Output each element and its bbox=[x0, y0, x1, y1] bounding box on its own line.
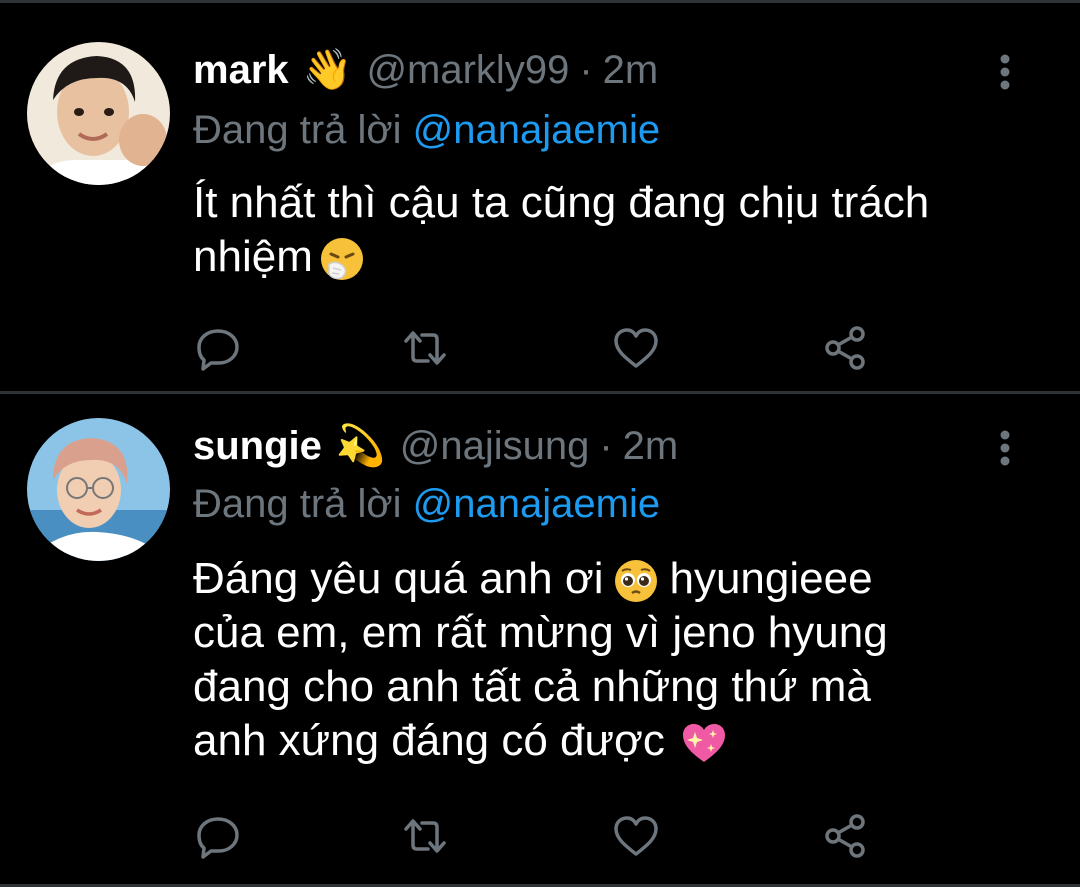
tweet-text-line: đang cho anh tất cả những thứ mà bbox=[193, 662, 871, 711]
tweet-text-line: Đáng yêu quá anh ơi hyungieee bbox=[193, 552, 1033, 606]
avatar-sungie[interactable] bbox=[27, 418, 170, 561]
pleading-face-emoji bbox=[613, 558, 659, 604]
tweet-divider bbox=[0, 391, 1080, 394]
tweet-actions bbox=[193, 811, 893, 861]
tweet-mark[interactable]: mark 👋 @markly99 · 2m Đang trả lời @nana… bbox=[0, 40, 1080, 390]
more-icon[interactable] bbox=[995, 428, 1015, 468]
tweet-actions bbox=[193, 323, 893, 373]
like-icon[interactable] bbox=[611, 811, 661, 861]
user-handle[interactable]: @markly99 bbox=[366, 48, 569, 93]
tweet-text-line: của em, em rất mừng vì jeno hyung bbox=[193, 608, 888, 657]
avatar-mark[interactable] bbox=[27, 42, 170, 185]
replying-to: Đang trả lời @nanajaemie bbox=[193, 482, 660, 527]
tweet-text: Đáng yêu quá anh ơi hyungieee của em, em… bbox=[193, 552, 1033, 768]
separator-dot: · bbox=[579, 47, 593, 92]
tweet-text-segment: Đáng yêu quá anh ơi bbox=[193, 554, 604, 603]
tweet-sungie[interactable]: sungie 💫 @najisung · 2m Đang trả lời @na… bbox=[0, 416, 1080, 876]
reply-mention-link[interactable]: @nanajaemie bbox=[413, 482, 660, 526]
timestamp[interactable]: 2m bbox=[603, 48, 659, 93]
tweet-text-line: anh xứng đáng có được bbox=[193, 714, 1033, 768]
timestamp[interactable]: 2m bbox=[623, 424, 679, 469]
sneezing-face-emoji bbox=[319, 236, 365, 282]
tweet-text: Ít nhất thì cậu ta cũng đang chịu trách … bbox=[193, 176, 1033, 284]
separator-dot: · bbox=[599, 423, 613, 468]
replying-prefix: Đang trả lời bbox=[193, 108, 402, 152]
user-handle[interactable]: @najisung bbox=[400, 424, 590, 469]
like-icon[interactable] bbox=[611, 323, 661, 373]
reply-icon[interactable] bbox=[193, 811, 243, 861]
replying-to: Đang trả lời @nanajaemie bbox=[193, 108, 660, 153]
top-divider bbox=[0, 0, 1080, 3]
tweet-text-line: Ít nhất thì cậu ta cũng đang chịu trách bbox=[193, 178, 930, 227]
dizzy-emoji: 💫 bbox=[335, 423, 386, 469]
sparkling-heart-emoji bbox=[679, 720, 725, 766]
reply-icon[interactable] bbox=[193, 323, 243, 373]
replying-prefix: Đang trả lời bbox=[193, 482, 402, 526]
tweet-text-segment: anh xứng đáng có được bbox=[193, 716, 665, 765]
share-icon[interactable] bbox=[821, 323, 871, 373]
tweet-text-word: nhiệm bbox=[193, 232, 313, 281]
waving-hand-emoji: 👋 bbox=[302, 47, 353, 93]
retweet-icon[interactable] bbox=[400, 323, 450, 373]
more-icon[interactable] bbox=[995, 52, 1015, 92]
tweet-text-segment: hyungieee bbox=[669, 554, 873, 603]
tweet-header: mark 👋 @markly99 · 2m bbox=[193, 40, 658, 100]
display-name[interactable]: mark bbox=[193, 48, 289, 93]
display-name[interactable]: sungie bbox=[193, 424, 322, 469]
retweet-icon[interactable] bbox=[400, 811, 450, 861]
reply-mention-link[interactable]: @nanajaemie bbox=[413, 108, 660, 152]
tweet-text-line: nhiệm bbox=[193, 230, 1033, 284]
tweet-header: sungie 💫 @najisung · 2m bbox=[193, 416, 678, 476]
share-icon[interactable] bbox=[821, 811, 871, 861]
